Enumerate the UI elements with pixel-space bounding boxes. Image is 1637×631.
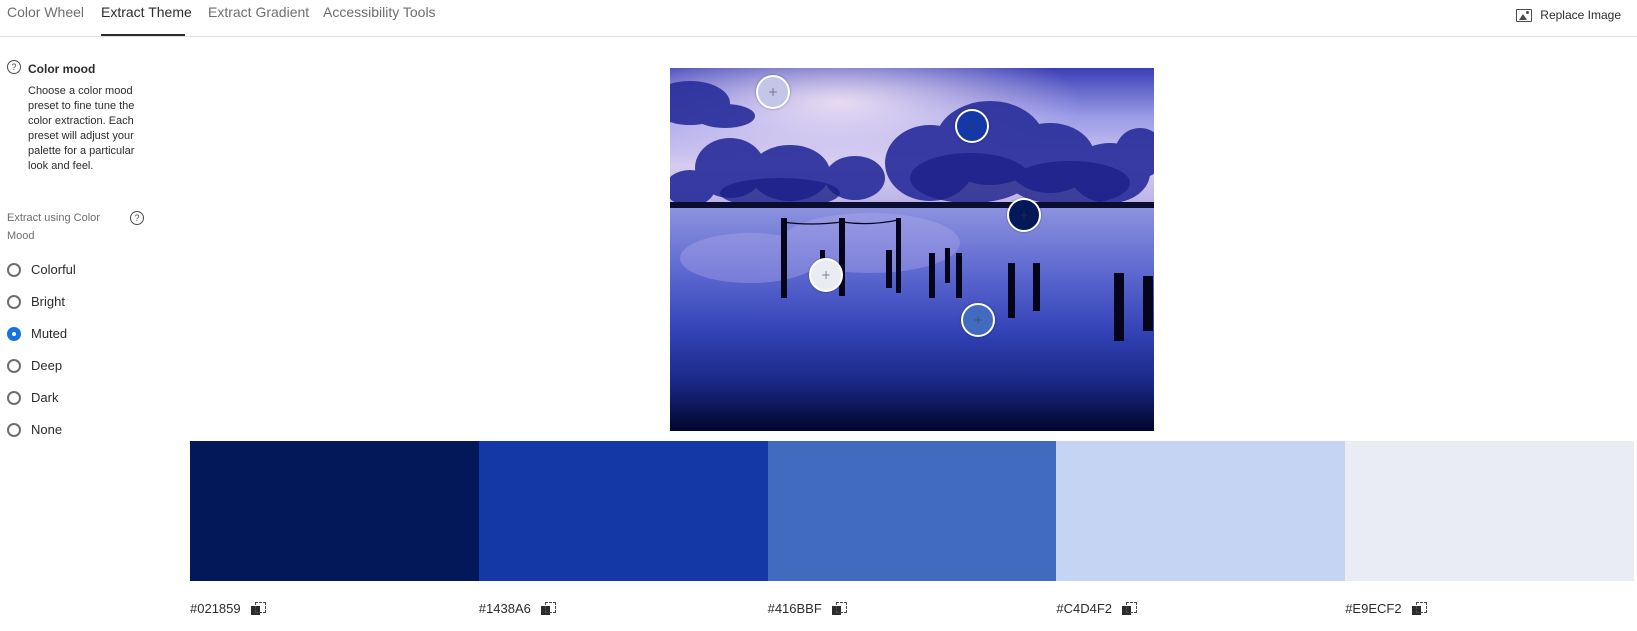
- mode-tabs: Color Wheel Extract Theme Extract Gradie…: [0, 0, 1637, 37]
- copy-icon[interactable]: [1122, 601, 1138, 616]
- hex-value: #C4D4F2: [1056, 601, 1113, 616]
- color-swatch[interactable]: [1056, 441, 1346, 581]
- copy-icon[interactable]: [831, 601, 847, 616]
- tab-extract-theme[interactable]: Extract Theme: [101, 4, 192, 20]
- mood-option-label: Colorful: [31, 262, 76, 277]
- mood-option-colorful[interactable]: Colorful: [7, 262, 76, 277]
- color-picker-handle[interactable]: +: [1007, 198, 1041, 232]
- radio-button[interactable]: [7, 358, 21, 373]
- hex-cell: #E9ECF2: [1345, 601, 1634, 616]
- tab-color-wheel[interactable]: Color Wheel: [7, 4, 84, 20]
- hex-value: #416BBF: [767, 601, 822, 616]
- hex-cell: #021859: [190, 601, 479, 616]
- color-swatch[interactable]: [190, 441, 479, 581]
- color-picker-handle[interactable]: +: [756, 75, 790, 109]
- mood-option-dark[interactable]: Dark: [7, 390, 58, 405]
- mood-option-bright[interactable]: Bright: [7, 294, 65, 309]
- hex-cell: #C4D4F2: [1056, 601, 1345, 616]
- radio-button-checked[interactable]: [7, 326, 21, 341]
- help-icon[interactable]: ?: [7, 60, 21, 74]
- active-tab-indicator: [101, 34, 185, 36]
- tab-extract-gradient[interactable]: Extract Gradient: [208, 4, 309, 20]
- radio-button[interactable]: [7, 422, 21, 437]
- mood-option-deep[interactable]: Deep: [7, 358, 62, 373]
- hex-value: #1438A6: [478, 601, 531, 616]
- copy-icon[interactable]: [250, 601, 266, 616]
- color-swatches: [190, 441, 1634, 581]
- extract-help-icon[interactable]: ?: [130, 211, 144, 225]
- copy-icon[interactable]: [1411, 601, 1427, 616]
- lake-sunset-image: [670, 68, 1154, 431]
- hex-values: #021859 #1438A6 #416BBF #C4D4F2 #E9ECF2: [190, 601, 1634, 616]
- radio-button[interactable]: [7, 262, 21, 277]
- color-picker-handle[interactable]: +: [955, 109, 989, 143]
- color-swatch[interactable]: [1345, 441, 1634, 581]
- replace-image-label: Replace Image: [1540, 8, 1621, 22]
- color-swatch[interactable]: [478, 441, 768, 581]
- color-swatch[interactable]: [767, 441, 1057, 581]
- mood-option-none[interactable]: None: [7, 422, 62, 437]
- mood-option-muted[interactable]: Muted: [7, 326, 67, 341]
- hex-value: #021859: [190, 601, 241, 616]
- hex-cell: #416BBF: [768, 601, 1057, 616]
- mood-option-label: Deep: [31, 358, 63, 373]
- color-mood-description: Choose a color mood preset to fine tune …: [28, 85, 135, 172]
- mood-option-label: None: [31, 422, 63, 437]
- radio-button[interactable]: [7, 390, 21, 405]
- color-picker-handle[interactable]: +: [809, 258, 843, 292]
- copy-icon[interactable]: [540, 601, 556, 616]
- hex-cell: #1438A6: [479, 601, 768, 616]
- tab-accessibility-tools[interactable]: Accessibility Tools: [323, 4, 436, 20]
- source-photo: + + + + +: [670, 68, 1154, 431]
- replace-image-button[interactable]: Replace Image: [1516, 8, 1621, 22]
- mood-option-label: Muted: [31, 326, 68, 341]
- radio-button[interactable]: [7, 294, 21, 309]
- mood-option-label: Bright: [31, 294, 65, 309]
- hex-value: #E9ECF2: [1345, 601, 1402, 616]
- extract-mood-label: Extract using Color Mood: [7, 212, 100, 242]
- mood-option-label: Dark: [31, 390, 59, 405]
- color-picker-handle[interactable]: +: [961, 303, 995, 337]
- image-icon: [1516, 8, 1533, 22]
- color-mood-title: Color mood: [28, 62, 96, 76]
